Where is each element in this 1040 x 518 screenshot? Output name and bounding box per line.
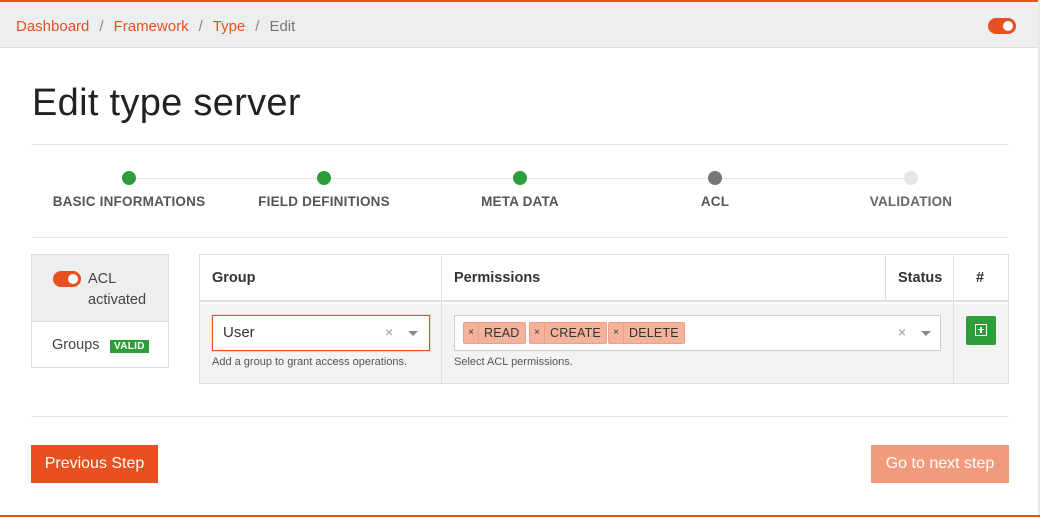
breadcrumb-current: Edit <box>269 18 296 35</box>
page-title: Edit type server <box>32 82 301 124</box>
step-label: FIELD DEFINITIONS <box>258 194 390 209</box>
toggle-knob <box>1003 21 1013 31</box>
step-label: ACL <box>700 194 730 209</box>
plus-square-icon <box>975 324 987 336</box>
column-divider <box>885 255 886 302</box>
tag-remove-icon[interactable]: × <box>464 323 479 343</box>
group-select-value: User <box>223 324 255 341</box>
acl-activated-label: ACL activated <box>88 271 147 308</box>
permissions-select[interactable]: × READ × CREATE × DELETE × <box>454 315 941 351</box>
breadcrumb-separator: / <box>255 18 260 35</box>
breadcrumb-separator: / <box>99 18 104 35</box>
previous-step-button[interactable]: Previous Step <box>31 445 158 483</box>
step-done-dot <box>317 171 331 185</box>
close-icon[interactable]: × <box>898 324 906 340</box>
divider <box>31 237 1009 238</box>
permission-tag-read: × READ <box>463 322 526 344</box>
window-bottom-border <box>0 515 1040 517</box>
add-row-button[interactable] <box>966 316 996 345</box>
group-select[interactable]: User × <box>212 315 430 351</box>
chevron-down-icon[interactable] <box>921 331 931 336</box>
column-divider <box>953 255 954 383</box>
groups-item[interactable]: Groups VALID <box>32 322 168 368</box>
breadcrumb-dashboard[interactable]: Dashboard <box>16 18 89 35</box>
breadcrumb-type[interactable]: Type <box>213 18 246 35</box>
table-header: Group Permissions Status # <box>200 255 1008 302</box>
header-status: Status <box>898 270 943 286</box>
table-row: User × Add a group to grant access opera… <box>200 304 1008 383</box>
permission-tag-create: × CREATE <box>529 322 607 344</box>
acl-toggle[interactable] <box>53 271 81 287</box>
acl-table: Group Permissions Status # User × Add a … <box>199 254 1009 384</box>
acl-side-panel: ACL activated Groups VALID <box>31 254 169 368</box>
toggle-knob <box>68 274 78 284</box>
column-divider <box>441 255 442 383</box>
permission-tag-delete: × DELETE <box>608 322 685 344</box>
step-field-definitions[interactable]: FIELD DEFINITIONS <box>224 171 424 209</box>
tag-remove-icon[interactable]: × <box>530 323 545 343</box>
header-actions: # <box>976 270 985 286</box>
step-done-dot <box>513 171 527 185</box>
step-acl[interactable]: ACL <box>615 171 815 209</box>
breadcrumb-framework[interactable]: Framework <box>114 18 189 35</box>
step-label: BASIC INFORMATIONS <box>52 194 206 209</box>
header-permissions: Permissions <box>454 270 541 286</box>
toggle-on-icon[interactable] <box>988 18 1016 34</box>
chevron-down-icon[interactable] <box>408 331 418 336</box>
top-bar: Dashboard / Framework / Type / Edit <box>0 2 1038 48</box>
divider <box>31 416 1009 417</box>
step-done-dot <box>122 171 136 185</box>
tag-label: DELETE <box>629 326 679 340</box>
step-label: VALIDATION <box>869 194 953 209</box>
step-meta-data[interactable]: META DATA <box>420 171 620 209</box>
breadcrumb: Dashboard / Framework / Type / Edit <box>16 18 295 35</box>
step-label: META DATA <box>481 194 559 209</box>
permissions-help-text: Select ACL permissions. <box>454 356 573 368</box>
header-group: Group <box>212 270 256 286</box>
tag-remove-icon[interactable]: × <box>609 323 624 343</box>
tag-label: READ <box>484 326 520 340</box>
step-todo-dot <box>904 171 918 185</box>
breadcrumb-separator: / <box>198 18 203 35</box>
status-badge: VALID <box>110 340 149 353</box>
divider <box>31 144 1009 145</box>
next-step-button[interactable]: Go to next step <box>871 445 1009 483</box>
groups-label: Groups <box>52 337 100 353</box>
step-basic-informations[interactable]: BASIC INFORMATIONS <box>29 171 229 209</box>
tag-label: CREATE <box>550 326 601 340</box>
close-icon[interactable]: × <box>385 324 393 340</box>
group-help-text: Add a group to grant access operations. <box>212 356 408 368</box>
acl-activated-item[interactable]: ACL activated <box>32 255 168 322</box>
step-validation: VALIDATION <box>811 171 1011 209</box>
step-active-dot <box>708 171 722 185</box>
